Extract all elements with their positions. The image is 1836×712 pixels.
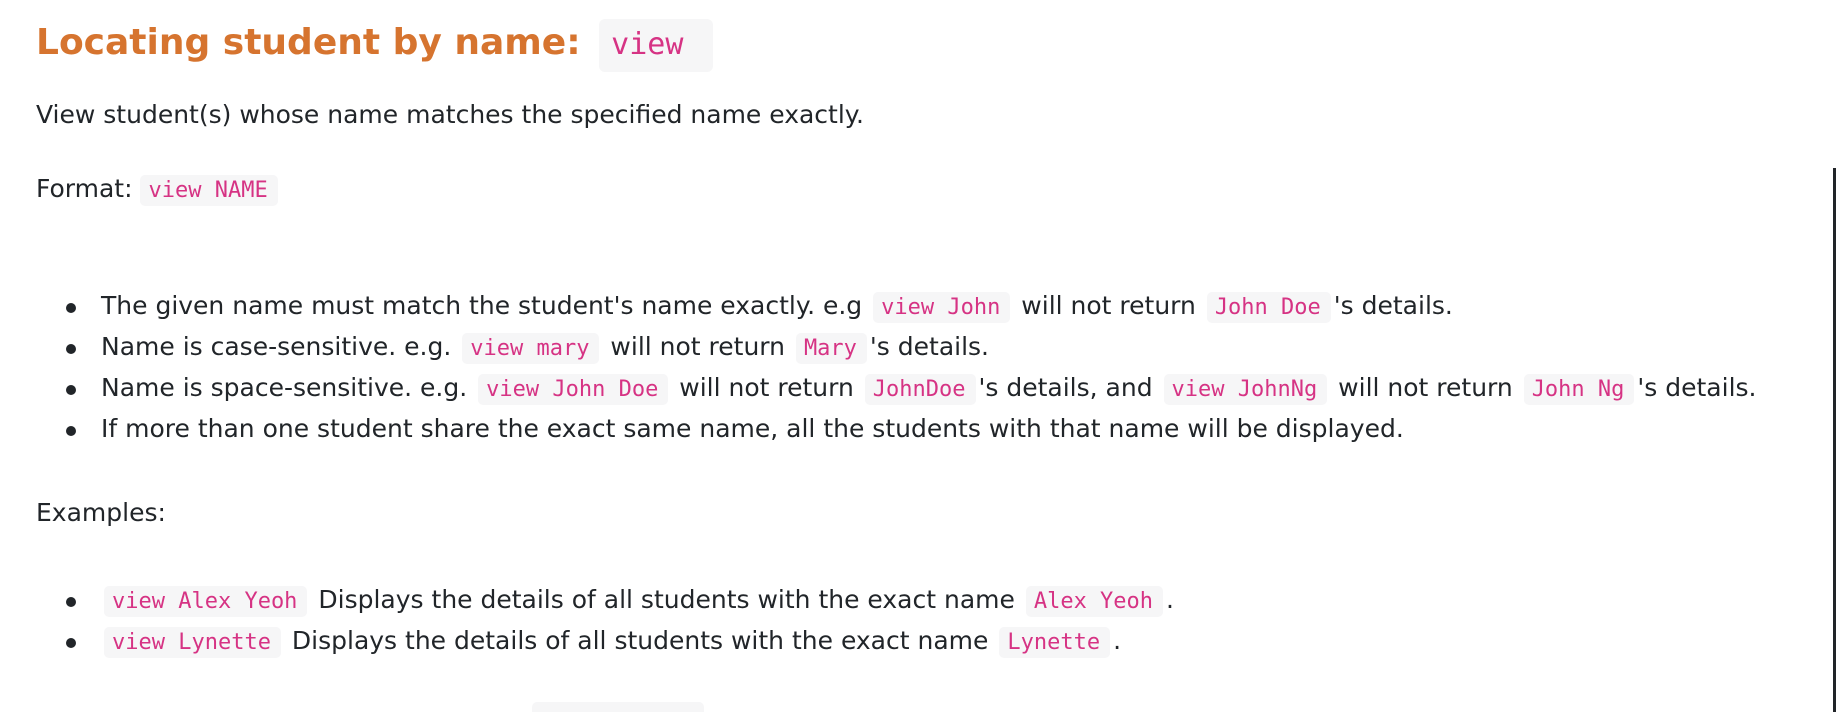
example-code: view Alex Yeoh bbox=[104, 586, 308, 617]
bullet-dot bbox=[66, 426, 76, 436]
cut-off-code-block bbox=[532, 702, 704, 712]
example-name-code: Lynette bbox=[999, 627, 1111, 658]
list-item: If more than one student share the exact… bbox=[36, 408, 1757, 449]
inline-code: John Doe bbox=[1206, 292, 1331, 323]
rule-text: will not return bbox=[679, 373, 854, 402]
list-item: view Alex Yeoh Displays the details of a… bbox=[36, 579, 1174, 620]
example-text: Displays the details of all students wit… bbox=[291, 626, 989, 655]
heading-text: Locating student by name: bbox=[36, 22, 581, 63]
format-line: Format: view NAME bbox=[36, 174, 278, 206]
list-item: The given name must match the student's … bbox=[36, 285, 1757, 326]
bullet-dot bbox=[66, 385, 76, 395]
format-label: Format: bbox=[36, 174, 133, 203]
inline-code: view mary bbox=[462, 333, 600, 364]
inline-code: Mary bbox=[795, 333, 867, 364]
inline-code: view John bbox=[873, 292, 1011, 323]
heading-command-code: view bbox=[599, 19, 714, 72]
bullet-dot bbox=[66, 303, 76, 313]
examples-list: view Alex Yeoh Displays the details of a… bbox=[36, 579, 1174, 661]
example-end: . bbox=[1166, 585, 1174, 614]
inline-code: John Ng bbox=[1523, 374, 1635, 405]
rule-text: Name is space-sensitive. e.g. bbox=[101, 373, 468, 402]
rule-text: 's details. bbox=[869, 332, 990, 361]
example-text: Displays the details of all students wit… bbox=[318, 585, 1015, 614]
rule-text: If more than one student share the exact… bbox=[101, 414, 1404, 443]
rule-text: 's details, and bbox=[978, 373, 1153, 402]
rule-text: The given name must match the student's … bbox=[101, 291, 863, 320]
bullet-dot bbox=[66, 597, 76, 607]
rule-text: will not return bbox=[1021, 291, 1196, 320]
list-item: Name is case-sensitive. e.g. view mary w… bbox=[36, 326, 1757, 367]
bullet-dot bbox=[66, 344, 76, 354]
example-code: view Lynette bbox=[104, 627, 281, 658]
example-end: . bbox=[1113, 626, 1122, 655]
rule-text: 's details. bbox=[1637, 373, 1757, 402]
section-heading: Locating student by name: view bbox=[36, 19, 714, 72]
list-item: view Lynette Displays the details of all… bbox=[36, 620, 1174, 661]
rules-list: The given name must match the student's … bbox=[36, 285, 1757, 449]
rule-text: Name is case-sensitive. e.g. bbox=[101, 332, 452, 361]
inline-code: JohnDoe bbox=[864, 374, 976, 405]
bullet-dot bbox=[66, 638, 76, 648]
rule-text: will not return bbox=[610, 332, 785, 361]
inline-code: view JohnNg bbox=[1163, 374, 1328, 405]
examples-label: Examples: bbox=[36, 498, 166, 527]
description-text: View student(s) whose name matches the s… bbox=[36, 100, 864, 129]
rule-text: will not return bbox=[1338, 373, 1513, 402]
list-item: Name is space-sensitive. e.g. view John … bbox=[36, 367, 1757, 408]
format-code: view NAME bbox=[140, 175, 278, 206]
rule-text: 's details. bbox=[1333, 291, 1453, 320]
inline-code: view John Doe bbox=[478, 374, 669, 405]
example-name-code: Alex Yeoh bbox=[1025, 586, 1164, 617]
